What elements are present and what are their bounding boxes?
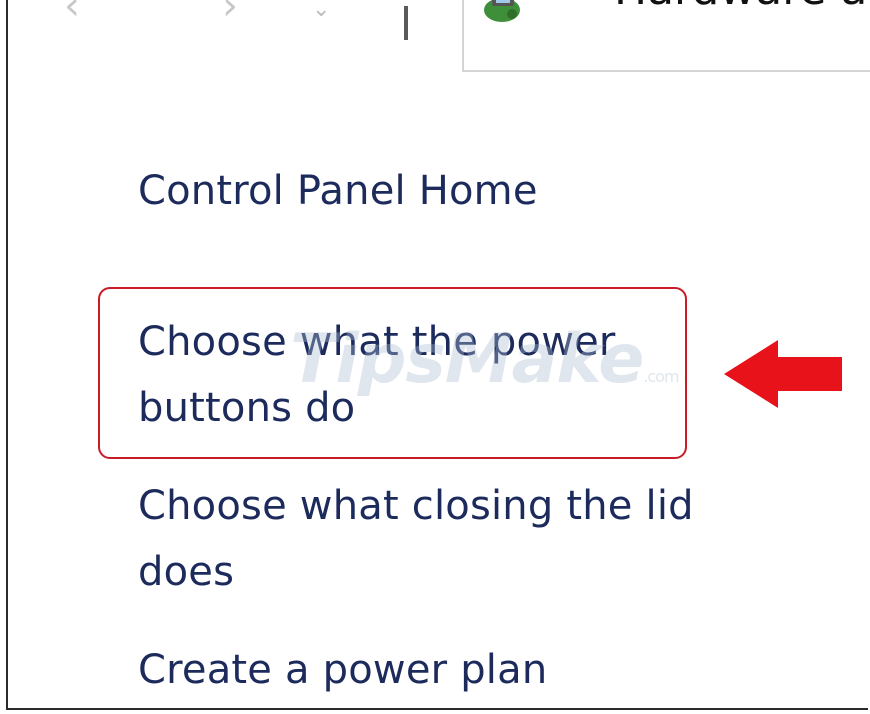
choose-lid-closing-link[interactable]: Choose what closing the lid does <box>138 473 694 605</box>
hardware-and-sound-icon <box>484 0 520 22</box>
up-arrow-icon[interactable] <box>404 6 408 40</box>
control-panel-home-link[interactable]: Control Panel Home <box>138 158 538 224</box>
forward-arrow-icon[interactable]: › <box>222 0 238 26</box>
chevron-down-icon[interactable]: ⌄ <box>312 0 330 30</box>
breadcrumb-hardware-and-sound[interactable]: Hardware a <box>614 0 870 15</box>
address-bar[interactable]: « Hardware a <box>462 0 870 72</box>
create-power-plan-link[interactable]: Create a power plan <box>138 637 547 703</box>
choose-power-buttons-link[interactable]: Choose what the power buttons do <box>138 309 616 441</box>
left-arrow-icon <box>724 340 842 408</box>
breadcrumb-separator: « <box>558 0 575 9</box>
back-arrow-icon[interactable]: ‹ <box>64 0 80 26</box>
navigation-bar: ‹ › ⌄ « Hardware a <box>0 0 870 72</box>
